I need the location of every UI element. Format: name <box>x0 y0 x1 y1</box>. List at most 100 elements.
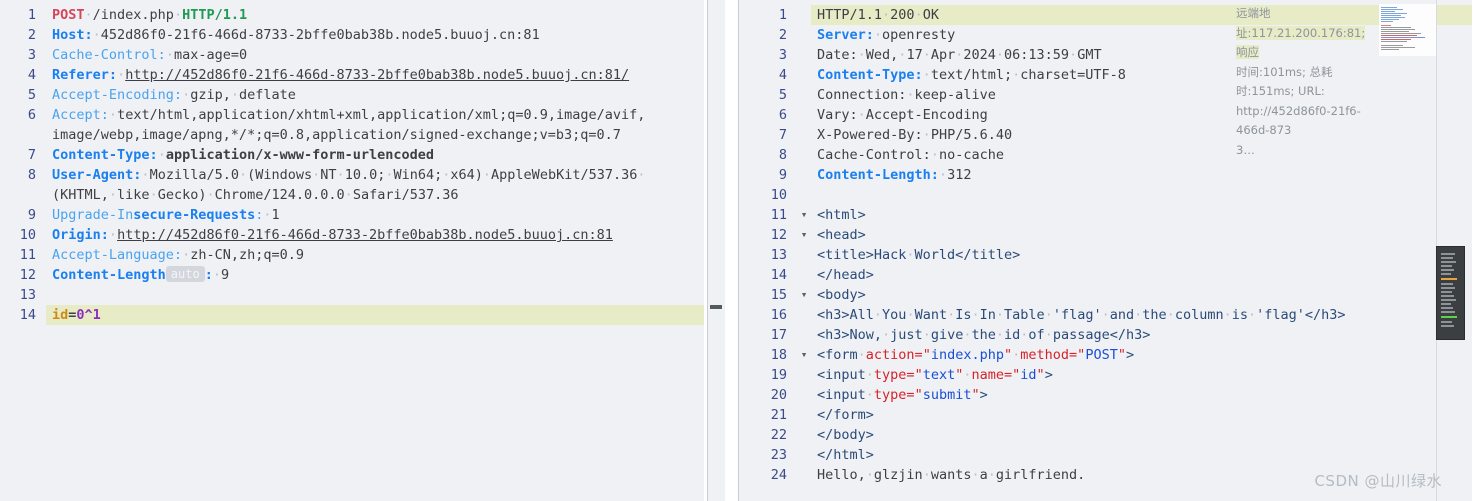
line-number: 8 <box>778 147 787 163</box>
code-token: · <box>157 147 166 163</box>
minimap-line <box>1441 278 1457 280</box>
code-line[interactable]: <h3>All·You·Want·Is·In·Table·'flag'·and·… <box>811 305 1472 325</box>
thumbnail-line <box>1381 27 1411 28</box>
fold-placeholder <box>797 125 811 145</box>
code-line[interactable]: Date:·Wed,·17·Apr·2024·06:13:59·GMT <box>811 45 1472 65</box>
response-preview-thumbnail[interactable] <box>1379 4 1437 56</box>
code-token: 200 <box>890 7 915 23</box>
code-token: 10.0; <box>344 167 386 183</box>
code-line[interactable]: Cache-Control:·no-cache <box>811 145 1472 165</box>
code-line[interactable]: <title>Hack·World</title> <box>811 245 1472 265</box>
code-line[interactable]: </body> <box>811 425 1472 445</box>
code-line[interactable]: <input·type="submit"> <box>811 385 1472 405</box>
line-number: 1 <box>27 7 36 23</box>
fold-placeholder <box>797 325 811 345</box>
fold-placeholder <box>797 5 811 25</box>
code-token: · <box>108 227 118 243</box>
code-token: <h3>Now, <box>817 327 883 343</box>
code-line[interactable]: <input·type="text"·name="id"> <box>811 365 1472 385</box>
thumbnail-line <box>1381 35 1417 36</box>
response-line-number-gutter: 1 2 3 4 5 6 7 8 9 10 11 12 13 14 15 16 17 18 19 20 21 22 23 24 <box>739 0 797 501</box>
code-line[interactable]: Connection:·keep-alive <box>811 85 1472 105</box>
code-line[interactable]: Content-Type:·text/html;·charset=UTF-8 <box>811 65 1472 85</box>
code-line[interactable]: (KHTML,·like·Gecko)·Chrome/124.0.0.0·Saf… <box>46 185 704 205</box>
request-pane[interactable]: 123456078091011121314 POST·/index.php·HT… <box>0 0 704 501</box>
code-token: · <box>995 47 1005 63</box>
code-token: HTTP/1.1 <box>817 7 883 23</box>
code-token: submit <box>922 387 972 403</box>
code-line[interactable]: User-Agent:·Mozilla/5.0·(Windows·NT·10.0… <box>46 165 704 185</box>
code-line[interactable]: Referer:·http://452d86f0-21f6-466d-8733-… <box>46 65 704 85</box>
code-token: · <box>173 7 183 23</box>
code-token: · <box>84 7 93 23</box>
auto-length-badge[interactable]: auto <box>165 266 205 282</box>
fold-chevron-down-icon[interactable]: ▾ <box>797 225 811 245</box>
code-line[interactable]: Server:·openresty <box>811 25 1472 45</box>
code-token: POST <box>52 7 85 23</box>
code-line[interactable]: HTTP/1.1·200·OK <box>811 5 1472 25</box>
fold-chevron-down-icon[interactable]: ▾ <box>797 345 811 365</box>
fold-placeholder <box>797 425 811 445</box>
code-token: (Windows <box>247 167 313 183</box>
code-line[interactable]: Upgrade-Insecure-Requests:·1 <box>46 205 704 225</box>
code-line[interactable]: <form·action="index.php"·method="POST"> <box>811 345 1472 365</box>
line-number: 19 <box>770 367 787 383</box>
code-token: glzjin <box>873 467 923 483</box>
code-line[interactable]: Cache-Control:·max-age=0 <box>46 45 704 65</box>
code-token: Upgrade-In <box>52 207 134 223</box>
code-line[interactable]: X-Powered-By:·PHP/5.6.40 <box>811 125 1472 145</box>
code-line[interactable] <box>46 285 704 305</box>
thumbnail-line <box>1381 19 1399 20</box>
request-code-area[interactable]: POST·/index.php·HTTP/1.1 Host:·452d86f0-2… <box>46 0 704 501</box>
code-line[interactable]: </html> <box>811 445 1472 465</box>
code-token: OK <box>922 7 939 23</box>
line-number: 9 <box>778 167 787 183</box>
code-token: text/html; <box>930 67 1013 83</box>
code-token: · <box>108 107 118 123</box>
response-fold-column[interactable]: ▾ ▾ ▾ ▾ <box>797 0 811 501</box>
code-line[interactable]: <body> <box>811 285 1472 305</box>
code-line[interactable]: Accept:·text/html,application/xhtml+xml,… <box>46 105 704 125</box>
thumbnail-line <box>1381 47 1415 48</box>
code-line[interactable]: </head> <box>811 265 1472 285</box>
fold-placeholder <box>797 65 811 85</box>
code-line[interactable]: Accept-Encoding:·gzip,·deflate <box>46 85 704 105</box>
code-line[interactable]: Origin:·http://452d86f0-21f6-466d-8733-2… <box>46 225 704 245</box>
code-line[interactable]: Accept-Language:·zh-CN,zh;q=0.9 <box>46 245 704 265</box>
code-line[interactable]: <html> <box>811 205 1472 225</box>
code-token: User-Agent <box>52 167 134 183</box>
code-token: Accept-Encoding <box>52 87 174 103</box>
code-line[interactable]: image/webp,image/apng,*/*;q=0.8,applicat… <box>46 125 704 145</box>
response-minimap[interactable] <box>1436 246 1465 340</box>
code-line[interactable]: <head> <box>811 225 1472 245</box>
code-token: <form <box>817 347 858 363</box>
line-number: 23 <box>770 447 787 463</box>
code-line[interactable]: id=0^1 <box>46 305 704 325</box>
request-minimap[interactable] <box>707 0 725 501</box>
code-line[interactable] <box>811 185 1472 205</box>
response-pane[interactable]: 1 2 3 4 5 6 7 8 9 10 11 12 13 14 15 16 17 18 19 20 21 22 23 24 … <box>738 0 1472 501</box>
code-line[interactable]: Vary:·Accept-Encoding <box>811 105 1472 125</box>
code-line[interactable]: </form> <box>811 405 1472 425</box>
thumbnail-line <box>1381 7 1397 8</box>
code-line[interactable]: Content-Length auto:·9 <box>46 265 704 285</box>
code-line[interactable]: Host:·452d86f0-21f6-466d-8733-2bffe0bab3… <box>46 25 704 45</box>
code-token: 452d86f0-21f6-466d-8733-2bffe0bab38b.nod… <box>100 27 540 43</box>
fold-chevron-down-icon[interactable]: ▾ <box>797 285 811 305</box>
code-token: girlfriend. <box>995 467 1086 483</box>
line-number: 3 <box>27 47 36 63</box>
code-line[interactable]: Content-Type:·application/x-www-form-url… <box>46 145 704 165</box>
fold-placeholder <box>797 165 811 185</box>
fold-chevron-down-icon[interactable]: ▾ <box>797 205 811 225</box>
code-token: · <box>922 467 931 483</box>
code-token: World</title> <box>914 247 1021 263</box>
code-token: Gecko) <box>157 187 207 203</box>
code-line[interactable]: <h3>Now,·just·give·the·id·of·passage</h3… <box>811 325 1472 345</box>
code-token: · <box>1012 67 1021 83</box>
code-token: <input <box>817 387 866 403</box>
code-token: of <box>1028 327 1045 343</box>
response-code-area[interactable]: HTTP/1.1·200·OK Server:·openresty Date:·We… <box>811 0 1472 501</box>
code-line[interactable]: Content-Length:·312 <box>811 165 1472 185</box>
code-token: · <box>947 307 956 323</box>
code-line[interactable]: POST·/index.php·HTTP/1.1 <box>46 5 704 25</box>
